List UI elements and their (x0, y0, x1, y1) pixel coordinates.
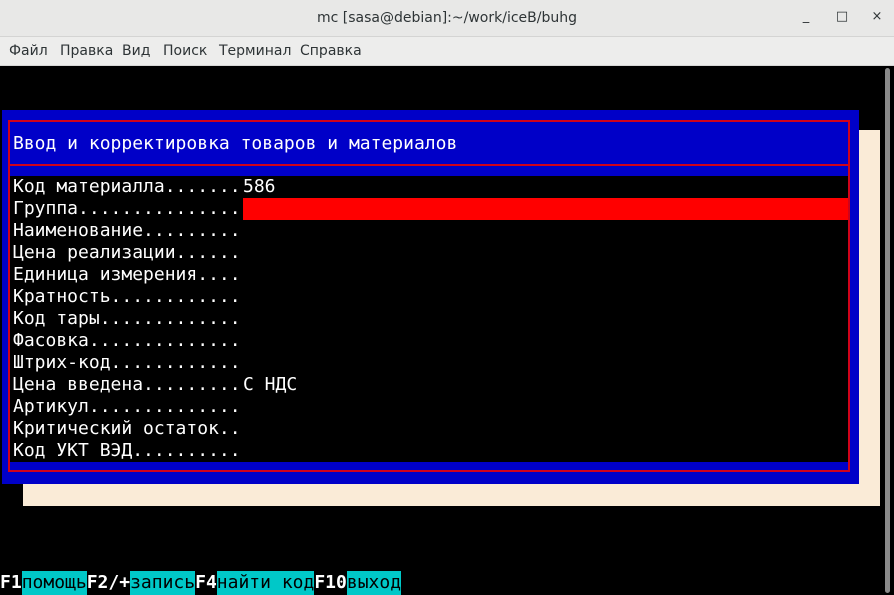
dialog-shadow-right (858, 130, 880, 506)
scrollbar-thumb[interactable] (885, 68, 890, 593)
fkey-f2-label[interactable]: запись (130, 571, 196, 595)
menu-help[interactable]: Справка (300, 37, 362, 65)
menubar: Файл Правка Вид Поиск Терминал Справка (0, 37, 894, 66)
terminal-area[interactable]: Ввод и корректировка товаров и материало… (0, 66, 880, 595)
field-label-packaging: Фасовка.............. (13, 330, 241, 351)
menu-edit[interactable]: Правка (60, 37, 113, 65)
maximize-button[interactable]: □ (831, 6, 853, 28)
dialog-shadow-bottom (23, 482, 880, 506)
function-key-bar: F1 помощь F2/+ запись F4 найти код F10 выход (0, 571, 402, 595)
field-label-container-code: Код тары............. (13, 308, 241, 329)
menu-view[interactable]: Вид (122, 37, 150, 65)
field-label-critical-stock: Критический остаток.. (13, 418, 241, 439)
menu-search[interactable]: Поиск (163, 37, 207, 65)
window-title: mc [sasa@debian]:~/work/iceB/buhg (317, 10, 577, 26)
minimize-button[interactable]: _ (795, 6, 817, 28)
field-label-group: Группа............... (13, 198, 241, 219)
field-label-ukt-ved-code: Код УКТ ВЭД.......... (13, 440, 241, 461)
fkey-f10-label[interactable]: выход (346, 571, 402, 595)
field-label-multiplicity: Кратность............ (13, 286, 241, 307)
field-label-price-entered: Цена введена......... (13, 374, 241, 395)
window-titlebar: mc [sasa@debian]:~/work/iceB/buhg _ □ × (0, 0, 894, 37)
fkey-f1[interactable]: F1 (0, 571, 22, 595)
terminal-scrollbar[interactable] (880, 66, 894, 595)
fkey-f4-label[interactable]: найти код (216, 571, 315, 595)
field-label-barcode: Штрих-код............ (13, 352, 241, 373)
menu-file[interactable]: Файл (9, 37, 48, 65)
fkey-f1-label[interactable]: помощь (21, 571, 87, 595)
field-value-price-entered[interactable]: С НДС (243, 374, 297, 396)
dialog-title: Ввод и корректировка товаров и материало… (13, 133, 458, 154)
field-label-price: Цена реализации...... (13, 242, 241, 263)
fields-area: Код материалла....... 586 Группа........… (10, 176, 848, 462)
material-dialog: Ввод и корректировка товаров и материало… (2, 110, 859, 484)
field-value-material-code[interactable]: 586 (243, 176, 276, 198)
active-field-highlight[interactable] (243, 198, 848, 220)
dialog-divider (10, 164, 848, 166)
fkey-f2[interactable]: F2/+ (87, 571, 130, 595)
fkey-f10[interactable]: F10 (314, 571, 347, 595)
menu-terminal[interactable]: Терминал (219, 37, 291, 65)
close-button[interactable]: × (866, 6, 888, 28)
field-label-name: Наименование......... (13, 220, 241, 241)
field-label-material-code: Код материалла....... (13, 176, 241, 197)
field-label-article: Артикул.............. (13, 396, 241, 417)
fkey-f4[interactable]: F4 (195, 571, 217, 595)
field-label-unit: Единица измерения.... (13, 264, 241, 285)
